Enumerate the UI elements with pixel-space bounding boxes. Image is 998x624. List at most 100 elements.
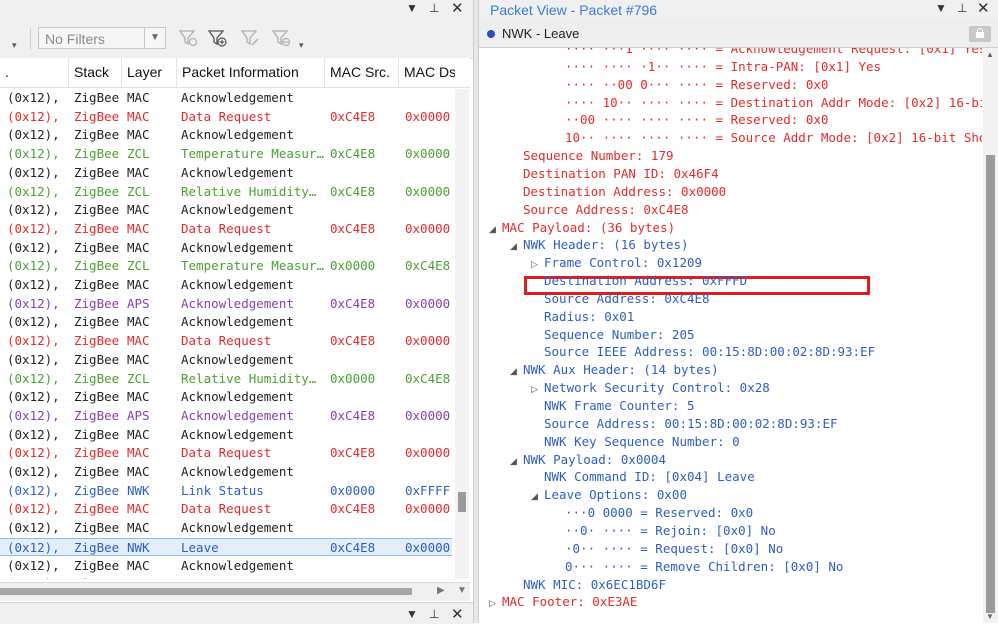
table-row[interactable]: (0x12), ZigBee ZCL Temperature Measur… 0x000… [0, 257, 452, 276]
table-row[interactable]: (0x12), ZigBee MAC Acknowledgement [0, 313, 452, 332]
table-row[interactable]: (0x12), ZigBee MAC Acknowledgement [0, 463, 452, 482]
filter-icon[interactable] [178, 28, 198, 48]
tree-node[interactable]: ·0·· ···· = Request: [0x0] No [552, 541, 783, 559]
col-header-mac-dst[interactable]: MAC Ds [398, 58, 455, 87]
edit-filter-icon[interactable] [240, 28, 260, 48]
pin-icon[interactable]: ⊥ [957, 1, 967, 15]
tree-node[interactable]: Destination PAN ID: 0x46F4 [510, 166, 719, 184]
table-row[interactable]: (0x12), ZigBee MAC Data Request 0xC4E8 0x0000 [0, 444, 452, 463]
tree-node[interactable]: ···· 10·· ···· ···· = Destination Addr M… [552, 95, 982, 113]
pin-icon[interactable]: ⊥ [429, 1, 439, 15]
scrollbar-thumb[interactable] [458, 492, 466, 512]
tree-node[interactable]: ▷ Network Security Control: 0x28 [531, 380, 770, 398]
filter-dropdown[interactable]: No Filters ▼ [38, 27, 166, 49]
collapse-arrow-icon[interactable]: ◢ [489, 225, 502, 235]
dropdown-icon[interactable]: ▼ [935, 1, 947, 15]
tree-node-destination-address[interactable]: Destination Address: 0xFFFD [531, 273, 747, 291]
table-row[interactable]: (0x12), ZigBee MAC Acknowledgement [0, 201, 452, 220]
tree-node[interactable]: Sequence Number: 179 [510, 148, 674, 166]
dropdown-icon[interactable]: ▼ [406, 1, 418, 15]
scroll-right-icon[interactable]: ▶ [437, 585, 445, 596]
tree-node[interactable]: Source IEEE Address: 00:15:8D:00:02:8D:9… [531, 344, 875, 362]
table-row[interactable]: (0x12), ZigBeeMAC Beacon Request 0xFFFF [0, 575, 452, 579]
table-row[interactable]: (0x12), ZigBee NWK Leave 0xC4E8 0x0000 [0, 537, 452, 557]
table-row[interactable]: (0x12), ZigBee MAC Acknowledgement [0, 164, 452, 183]
scroll-down-icon[interactable]: ▼ [457, 585, 467, 596]
tree-node[interactable]: NWK Command ID: [0x04] Leave [531, 469, 755, 487]
table-row[interactable]: (0x12), ZigBee MAC Data Request 0xC4E8 0x0000 [0, 220, 452, 239]
packet-list-vscrollbar[interactable] [455, 89, 469, 579]
tree-node[interactable]: Radius: 0x01 [531, 309, 634, 327]
table-row[interactable]: (0x12), ZigBee ZCL Relative Humidity… 0x0000… [0, 370, 452, 389]
tree-node[interactable]: Source Address: 00:15:8D:00:02:8D:93:EF [531, 416, 838, 434]
table-row[interactable]: (0x12), ZigBee MAC Acknowledgement [0, 388, 452, 407]
table-row[interactable]: (0x12), ZigBee MAC Acknowledgement [0, 426, 452, 445]
tree-node[interactable]: ··0· ···· = Rejoin: [0x0] No [552, 523, 776, 541]
col-header-protocol[interactable]: . [0, 58, 68, 87]
tree-node[interactable]: ▷ Frame Control: 0x1209 [531, 255, 702, 273]
table-row[interactable]: (0x12), ZigBee ZCL Temperature Measur… 0xC4E… [0, 145, 452, 164]
tree-node[interactable]: ◢ NWK Header: (16 bytes) [510, 237, 689, 255]
tree-node[interactable]: NWK Frame Counter: 5 [531, 398, 695, 416]
table-row[interactable]: (0x12), ZigBee MAC Acknowledgement [0, 519, 452, 538]
table-row[interactable]: (0x12), ZigBee MAC Acknowledgement [0, 126, 452, 145]
collapse-arrow-icon[interactable]: ◢ [510, 367, 523, 377]
tree-node[interactable]: Sequence Number: 205 [531, 327, 695, 345]
pin-icon[interactable]: ⊥ [429, 607, 439, 621]
close-icon[interactable]: ✕ [977, 0, 990, 17]
expand-arrow-icon[interactable]: ▷ [489, 599, 502, 609]
table-row[interactable]: (0x12), ZigBee MAC Data Request 0xC4E8 0x0000 [0, 108, 452, 127]
tree-node[interactable]: ···· ···· ·1·· ···· = Intra-PAN: [0x1] Y… [552, 59, 881, 77]
tree-node[interactable]: Source Address: 0xC4E8 [531, 291, 710, 309]
toolbar-overflow-icon[interactable]: ▾ [12, 40, 17, 51]
collapse-arrow-icon[interactable]: ◢ [510, 242, 523, 252]
close-icon[interactable]: ✕ [451, 605, 464, 623]
table-row[interactable]: (0x12), ZigBee MAC Data Request 0xC4E8 0x0000 [0, 332, 452, 351]
table-row[interactable]: (0x12), ZigBee MAC Acknowledgement [0, 89, 452, 108]
expand-arrow-icon[interactable]: ▷ [531, 385, 544, 395]
collapse-arrow-icon[interactable]: ◢ [510, 457, 523, 467]
tree-node[interactable]: ···· ···1 ···· ···· = Acknowledgement Re… [552, 48, 982, 59]
tree-node[interactable]: Source Address: 0xC4E8 [510, 202, 689, 220]
toolbar-overflow-icon[interactable]: ▾ [299, 40, 304, 51]
col-header-layer[interactable]: Layer [121, 58, 176, 87]
expand-arrow-icon[interactable]: ▷ [531, 260, 544, 270]
tree-node[interactable]: NWK Key Sequence Number: 0 [531, 434, 740, 452]
tree-node[interactable]: ▷ MAC Footer: 0xE3AE [489, 594, 637, 612]
tree-node[interactable]: ···0 0000 = Reserved: 0x0 [552, 505, 753, 523]
tree-node[interactable]: ···· ··00 0··· ···· = Reserved: 0x0 [552, 77, 828, 95]
lock-button[interactable] [969, 26, 991, 42]
packet-list-hscrollbar[interactable]: ▶ ▼ [0, 582, 470, 601]
tree-node[interactable]: ◢ MAC Payload: (36 bytes) [489, 220, 675, 238]
table-row[interactable]: (0x12), ZigBee MAC Acknowledgement [0, 239, 452, 258]
table-row[interactable]: (0x12), ZigBee ZCL Relative Humidity… 0xC4E8… [0, 183, 452, 202]
tree-node[interactable]: ··00 ···· ···· ···· = Reserved: 0x0 [552, 112, 828, 130]
close-icon[interactable]: ✕ [451, 0, 464, 17]
scrollbar-thumb[interactable] [986, 155, 995, 613]
table-row[interactable]: (0x12), ZigBee NWK Link Status 0x0000 0xFFFF [0, 482, 452, 501]
dropdown-icon[interactable]: ▼ [406, 607, 418, 621]
table-row[interactable]: (0x12), ZigBee MAC Acknowledgement [0, 351, 452, 370]
chevron-down-icon[interactable]: ▼ [144, 28, 165, 48]
tree-node[interactable]: ◢ Leave Options: 0x00 [531, 487, 687, 505]
scrollbar-thumb[interactable] [0, 588, 412, 595]
scroll-up-icon[interactable]: ▲ [986, 50, 994, 59]
tree-node[interactable]: ◢ NWK Aux Header: (14 bytes) [510, 362, 719, 380]
tree-node[interactable]: 10·· ···· ···· ···· = Source Addr Mode: … [552, 130, 982, 148]
add-filter-icon[interactable] [207, 28, 227, 48]
col-header-mac-src[interactable]: MAC Src. [324, 58, 398, 87]
table-row[interactable]: (0x12), ZigBee MAC Acknowledgement [0, 276, 452, 295]
tree-node[interactable]: ◢ NWK Payload: 0x0004 [510, 452, 666, 470]
tree-node[interactable]: 0··· ···· = Remove Children: [0x0] No [552, 559, 843, 577]
table-row[interactable]: (0x12), ZigBee APS Acknowledgement 0xC4E8 0x0… [0, 295, 452, 314]
table-row[interactable]: (0x12), ZigBee MAC Acknowledgement [0, 557, 452, 576]
col-header-packet-info[interactable]: Packet Information [176, 58, 324, 87]
remove-filter-icon[interactable] [271, 28, 291, 48]
table-row[interactable]: (0x12), ZigBee MAC Data Request 0xC4E8 0x0000 [0, 500, 452, 519]
tree-node[interactable]: Destination Address: 0x0000 [510, 184, 726, 202]
tree-node[interactable]: NWK MIC: 0x6EC1BD6F [510, 577, 666, 595]
table-row[interactable]: (0x12), ZigBee APS Acknowledgement 0xC4E8 0x0… [0, 407, 452, 426]
col-header-stack[interactable]: Stack [68, 58, 121, 87]
packet-detail-vscrollbar[interactable]: ▲ ▼ [983, 48, 998, 623]
scroll-down-icon[interactable]: ▼ [986, 612, 994, 621]
